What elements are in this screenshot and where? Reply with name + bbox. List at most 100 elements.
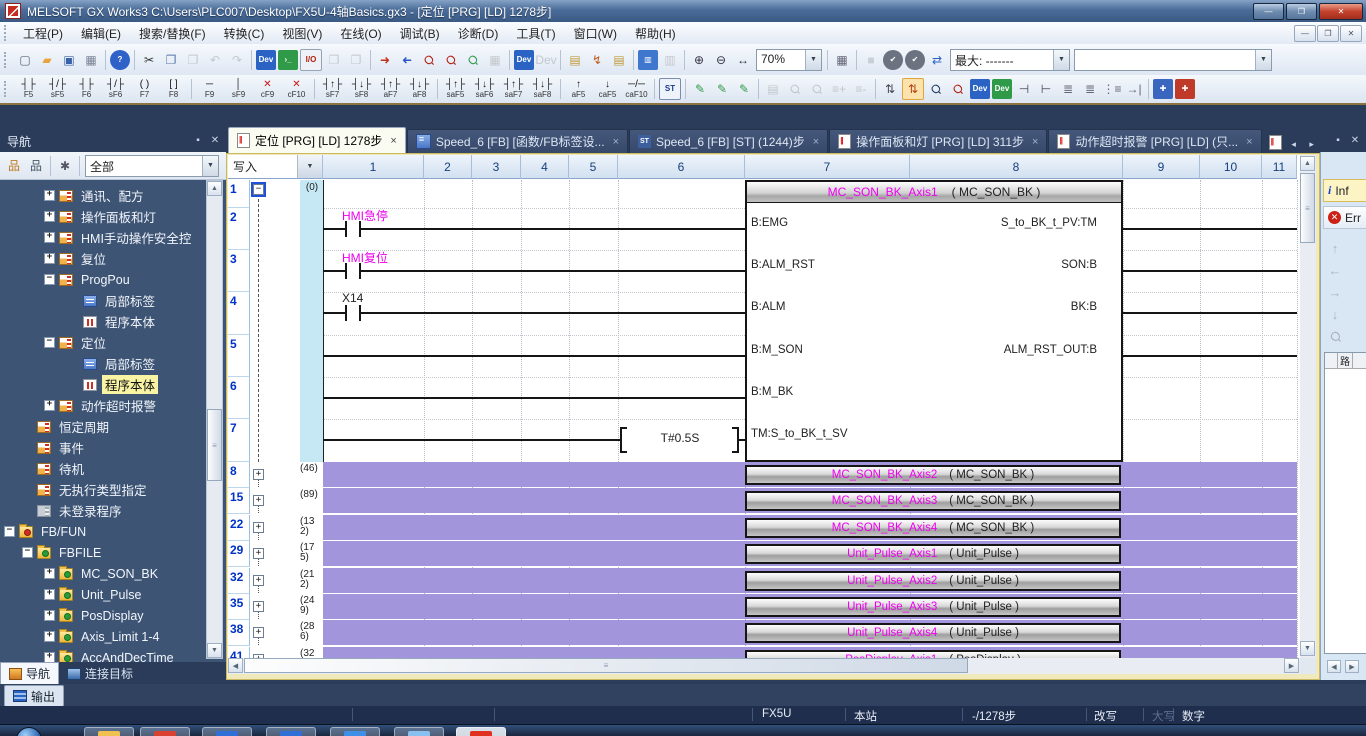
delete-line-icon[interactable]: ≡-: [851, 79, 871, 99]
intelligent-monitor-icon[interactable]: ❐: [346, 50, 366, 70]
statement-list-icon[interactable]: ▤: [763, 79, 783, 99]
cut-icon[interactable]: ✂: [139, 50, 159, 70]
ladder-symbol-cF9[interactable]: ✕cF9: [254, 77, 281, 101]
expand-icon[interactable]: +: [253, 654, 264, 658]
document-tab[interactable]: 动作超时报警 [PRG] [LD] (只...×: [1048, 129, 1261, 153]
note-jump-icon[interactable]: ▤: [609, 50, 629, 70]
gear-icon[interactable]: ✱: [54, 155, 76, 177]
edit-statement-icon[interactable]: ✎: [712, 79, 732, 99]
close-icon[interactable]: ✕: [208, 133, 222, 147]
convert-all-icon[interactable]: ✔: [905, 50, 925, 70]
tree-item[interactable]: 恒定周期: [0, 416, 204, 437]
new-file-icon[interactable]: ▢: [15, 50, 35, 70]
menu-item[interactable]: 工具(T): [507, 22, 564, 45]
save-project-icon[interactable]: ▣: [59, 50, 79, 70]
tree-item[interactable]: +Axis_Limit 1-4: [0, 626, 204, 647]
document-tab[interactable]: STSpeed_6 [FB] [ST] (1244)步×: [629, 129, 828, 153]
tab-close-icon[interactable]: ×: [390, 135, 396, 147]
ladder-symbol-F9[interactable]: ─F9: [196, 77, 223, 101]
expand-icon[interactable]: +: [253, 548, 264, 559]
menu-item[interactable]: 搜索/替换(F): [130, 22, 215, 45]
expand-icon[interactable]: +: [44, 568, 55, 579]
right-rail-icon[interactable]: ⊣: [1014, 79, 1034, 99]
taskbar-app-red[interactable]: [140, 727, 190, 736]
ladder-symbol-sF5[interactable]: ┤/├sF5: [44, 77, 71, 101]
ladder-symbol-aF7[interactable]: ┤↑├aF7: [377, 77, 404, 101]
ladder-symbol-saF8[interactable]: ┤↓├saF8: [529, 77, 556, 101]
active-doc-icon[interactable]: [1269, 135, 1282, 150]
fb-input-label[interactable]: B:EMG: [751, 217, 788, 229]
list-edit-icon[interactable]: ⋮≡: [1102, 79, 1122, 99]
menu-item[interactable]: 调试(B): [391, 22, 449, 45]
collapsed-fb-bar[interactable]: Unit_Pulse_Axis1( Unit_Pulse ): [745, 544, 1121, 564]
menu-item[interactable]: 在线(O): [331, 22, 390, 45]
information-button[interactable]: i Inf: [1323, 179, 1366, 202]
tree-item[interactable]: +HMI手动操作安全控: [0, 227, 204, 248]
scroll-up-icon[interactable]: ▲: [1300, 156, 1315, 171]
convert-check-icon[interactable]: ✔: [883, 50, 903, 70]
expand-icon[interactable]: +: [44, 232, 55, 243]
fb-input-label[interactable]: B:ALM_RST: [751, 259, 815, 271]
align-top-icon[interactable]: ≣: [1058, 79, 1078, 99]
taskbar-app-light[interactable]: [394, 727, 444, 736]
fb-input-label[interactable]: TM:S_to_BK_t_SV: [751, 428, 848, 440]
device-batch-monitor-icon[interactable]: I/O: [300, 49, 322, 71]
connection-target-tab[interactable]: 连接目标: [59, 663, 141, 684]
tree-filter-select[interactable]: 全部▼: [85, 155, 219, 177]
tab-scroll-right-icon[interactable]: ▸: [1304, 135, 1320, 153]
expand-icon[interactable]: +: [253, 575, 264, 586]
tree-item[interactable]: 事件: [0, 437, 204, 458]
scroll-up-icon[interactable]: ▲: [207, 181, 222, 196]
find-circuit-red-icon[interactable]: Ϙ: [944, 75, 972, 103]
scrollbar-thumb[interactable]: ≡: [244, 658, 968, 673]
find-results-icon[interactable]: ▦: [485, 50, 505, 70]
contact-label[interactable]: HMI复位: [342, 249, 388, 266]
watch-combo[interactable]: ▼: [1074, 49, 1272, 71]
error-button[interactable]: ✕ Err: [1323, 206, 1366, 229]
buffer-monitor-icon[interactable]: ❐: [324, 50, 344, 70]
help-icon[interactable]: ?: [110, 50, 130, 70]
tab-close-icon[interactable]: ×: [1032, 136, 1038, 148]
expand-icon[interactable]: +: [44, 589, 55, 600]
collapse-icon[interactable]: −: [44, 337, 55, 348]
pointer-jump-icon[interactable]: ↯: [587, 50, 607, 70]
find-contact-icon[interactable]: Ϙ: [459, 45, 487, 73]
mdi-close-button[interactable]: ✕: [1340, 25, 1362, 42]
expand-icon[interactable]: +: [253, 601, 264, 612]
edit-rung-comment-icon[interactable]: ✎: [690, 79, 710, 99]
tree-item[interactable]: −ProgPou: [0, 269, 204, 290]
tree-item[interactable]: +动作超时报警: [0, 395, 204, 416]
collapse-icon[interactable]: −: [22, 547, 33, 558]
open-project-icon[interactable]: ▰: [37, 50, 57, 70]
outline-wrap-icon[interactable]: ⇅: [902, 78, 924, 100]
tree-item[interactable]: +AccAndDecTime: [0, 647, 204, 662]
fb-instance-name[interactable]: MC_SON_BK_Axis2: [832, 469, 937, 481]
ladder-symbol-aF8[interactable]: ┤↓├aF8: [406, 77, 433, 101]
ladder-canvas[interactable]: 写入▼12345678910111(0)−2HMI急停3HMI复位4X14567…: [228, 155, 1300, 658]
expand-icon[interactable]: +: [44, 652, 55, 662]
fb-instance-name[interactable]: MC_SON_BK_Axis3: [832, 495, 937, 507]
menu-item[interactable]: 窗口(W): [565, 22, 626, 45]
device-display-icon[interactable]: Dev: [514, 50, 534, 70]
device-find-icon[interactable]: Dev: [970, 79, 990, 99]
navigation-tab[interactable]: 导航: [0, 662, 59, 684]
fb-instance-name[interactable]: Unit_Pulse_Axis1: [847, 548, 937, 560]
ladder-symbol-saF5[interactable]: ┤↑├saF5: [442, 77, 469, 101]
expand-icon[interactable]: +: [253, 627, 264, 638]
device-display-off-icon[interactable]: Dev: [536, 50, 556, 70]
ladder-symbol-caF10[interactable]: ─/─caF10: [623, 77, 650, 101]
fb-instance-name[interactable]: MC_SON_BK_Axis1: [828, 185, 938, 199]
tab-close-icon[interactable]: ×: [813, 136, 819, 148]
redo-icon[interactable]: ↷: [227, 50, 247, 70]
expand-icon[interactable]: +: [44, 400, 55, 411]
tree-item[interactable]: 局部标签: [0, 290, 204, 311]
zoom-out-icon[interactable]: ⊖: [711, 50, 731, 70]
zoom-combo[interactable]: 70%▼: [756, 49, 822, 71]
tree-collapse-icon[interactable]: 品: [25, 155, 47, 177]
tree-item[interactable]: +MC_SON_BK: [0, 563, 204, 584]
find-note-icon[interactable]: Ϙ: [803, 75, 831, 103]
stop-icon[interactable]: ■: [861, 50, 881, 70]
tree-item[interactable]: 无执行类型指定: [0, 479, 204, 500]
tree-item[interactable]: −FB/FUN: [0, 521, 204, 542]
collapse-icon[interactable]: −: [4, 526, 15, 537]
